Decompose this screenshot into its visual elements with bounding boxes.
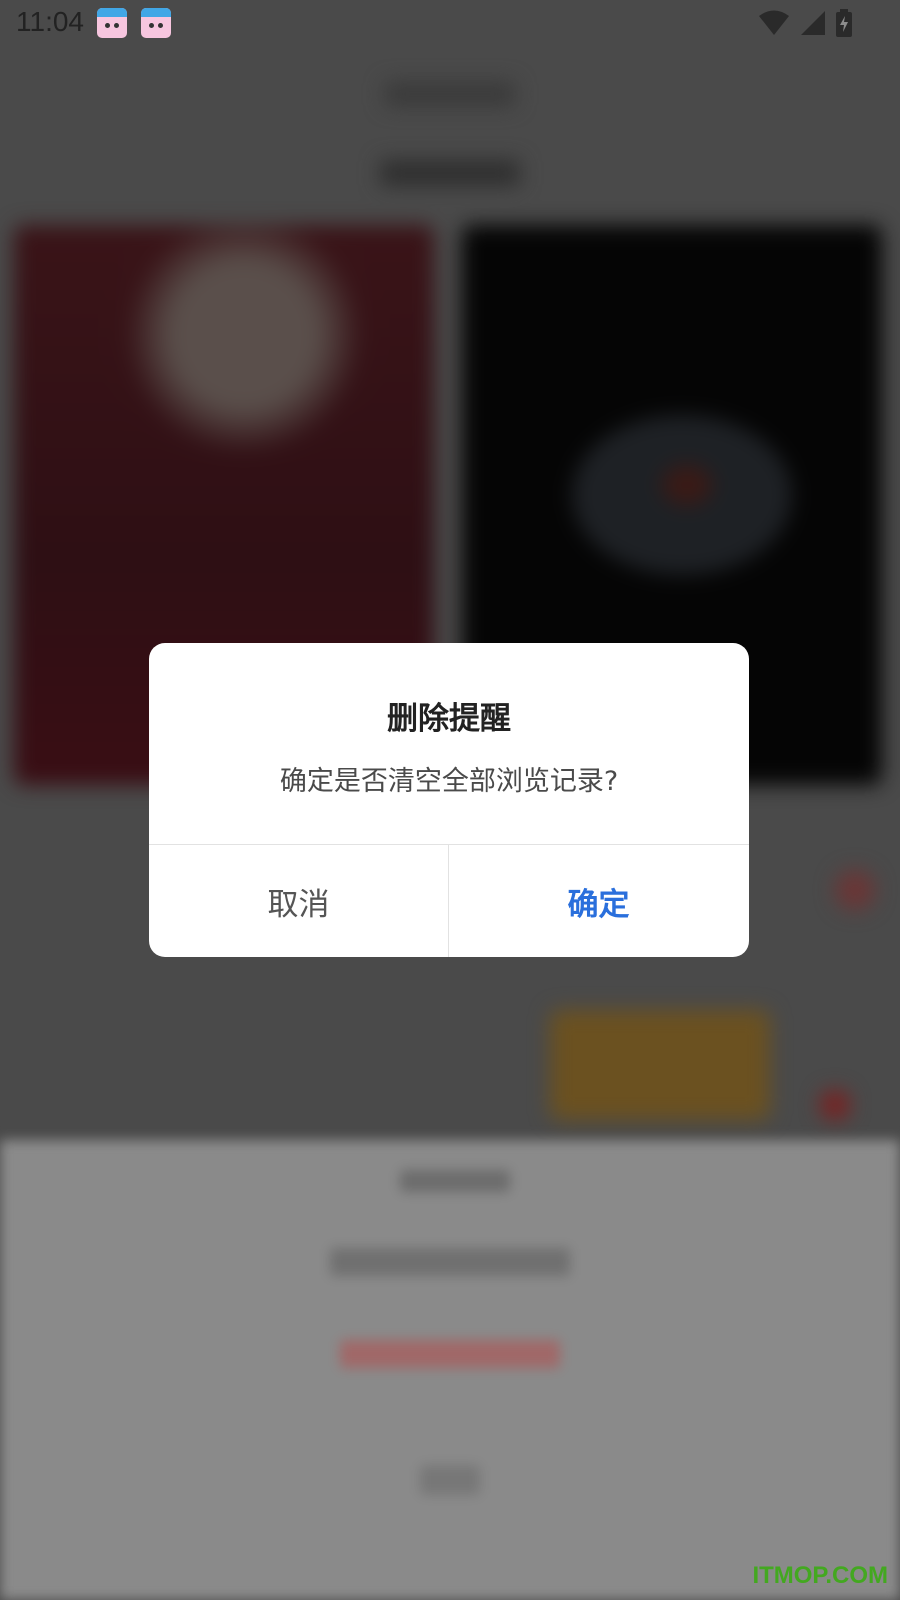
sheet-placeholder bbox=[400, 1170, 510, 1192]
cancel-button[interactable]: 取消 bbox=[149, 845, 448, 957]
watermark: ITMOP.COM bbox=[752, 1562, 888, 1589]
unicorn-app-icon bbox=[141, 8, 171, 38]
system-icons bbox=[758, 8, 852, 38]
background-subtitle-placeholder bbox=[380, 160, 520, 186]
wifi-icon bbox=[759, 10, 789, 35]
background-badge bbox=[835, 870, 875, 910]
background-badge bbox=[820, 1090, 850, 1120]
delete-confirm-dialog: 删除提醒 确定是否清空全部浏览记录? 取消 确定 bbox=[149, 643, 749, 957]
unicorn-app-icon bbox=[97, 8, 127, 38]
dialog-message: 确定是否清空全部浏览记录? bbox=[279, 766, 619, 797]
sheet-placeholder bbox=[330, 1248, 570, 1276]
dialog-title: 删除提醒 bbox=[387, 701, 511, 737]
screen: 11:04 删除提醒 确定是否清空全部浏览记录? 取消 确定 ITMOP.COM bbox=[0, 0, 900, 1600]
status-time: 11:04 bbox=[16, 6, 84, 37]
background-thumbnail bbox=[550, 1010, 770, 1120]
background-title-placeholder bbox=[385, 82, 515, 106]
battery-charging-icon bbox=[836, 9, 852, 37]
background-bottom-sheet bbox=[0, 1140, 900, 1600]
confirm-button[interactable]: 确定 bbox=[449, 845, 748, 957]
sheet-placeholder bbox=[420, 1465, 480, 1495]
poster-highlight bbox=[662, 465, 712, 505]
signal-icon bbox=[801, 11, 825, 35]
sheet-placeholder bbox=[340, 1340, 560, 1368]
status-bar: 11:04 bbox=[0, 0, 900, 48]
